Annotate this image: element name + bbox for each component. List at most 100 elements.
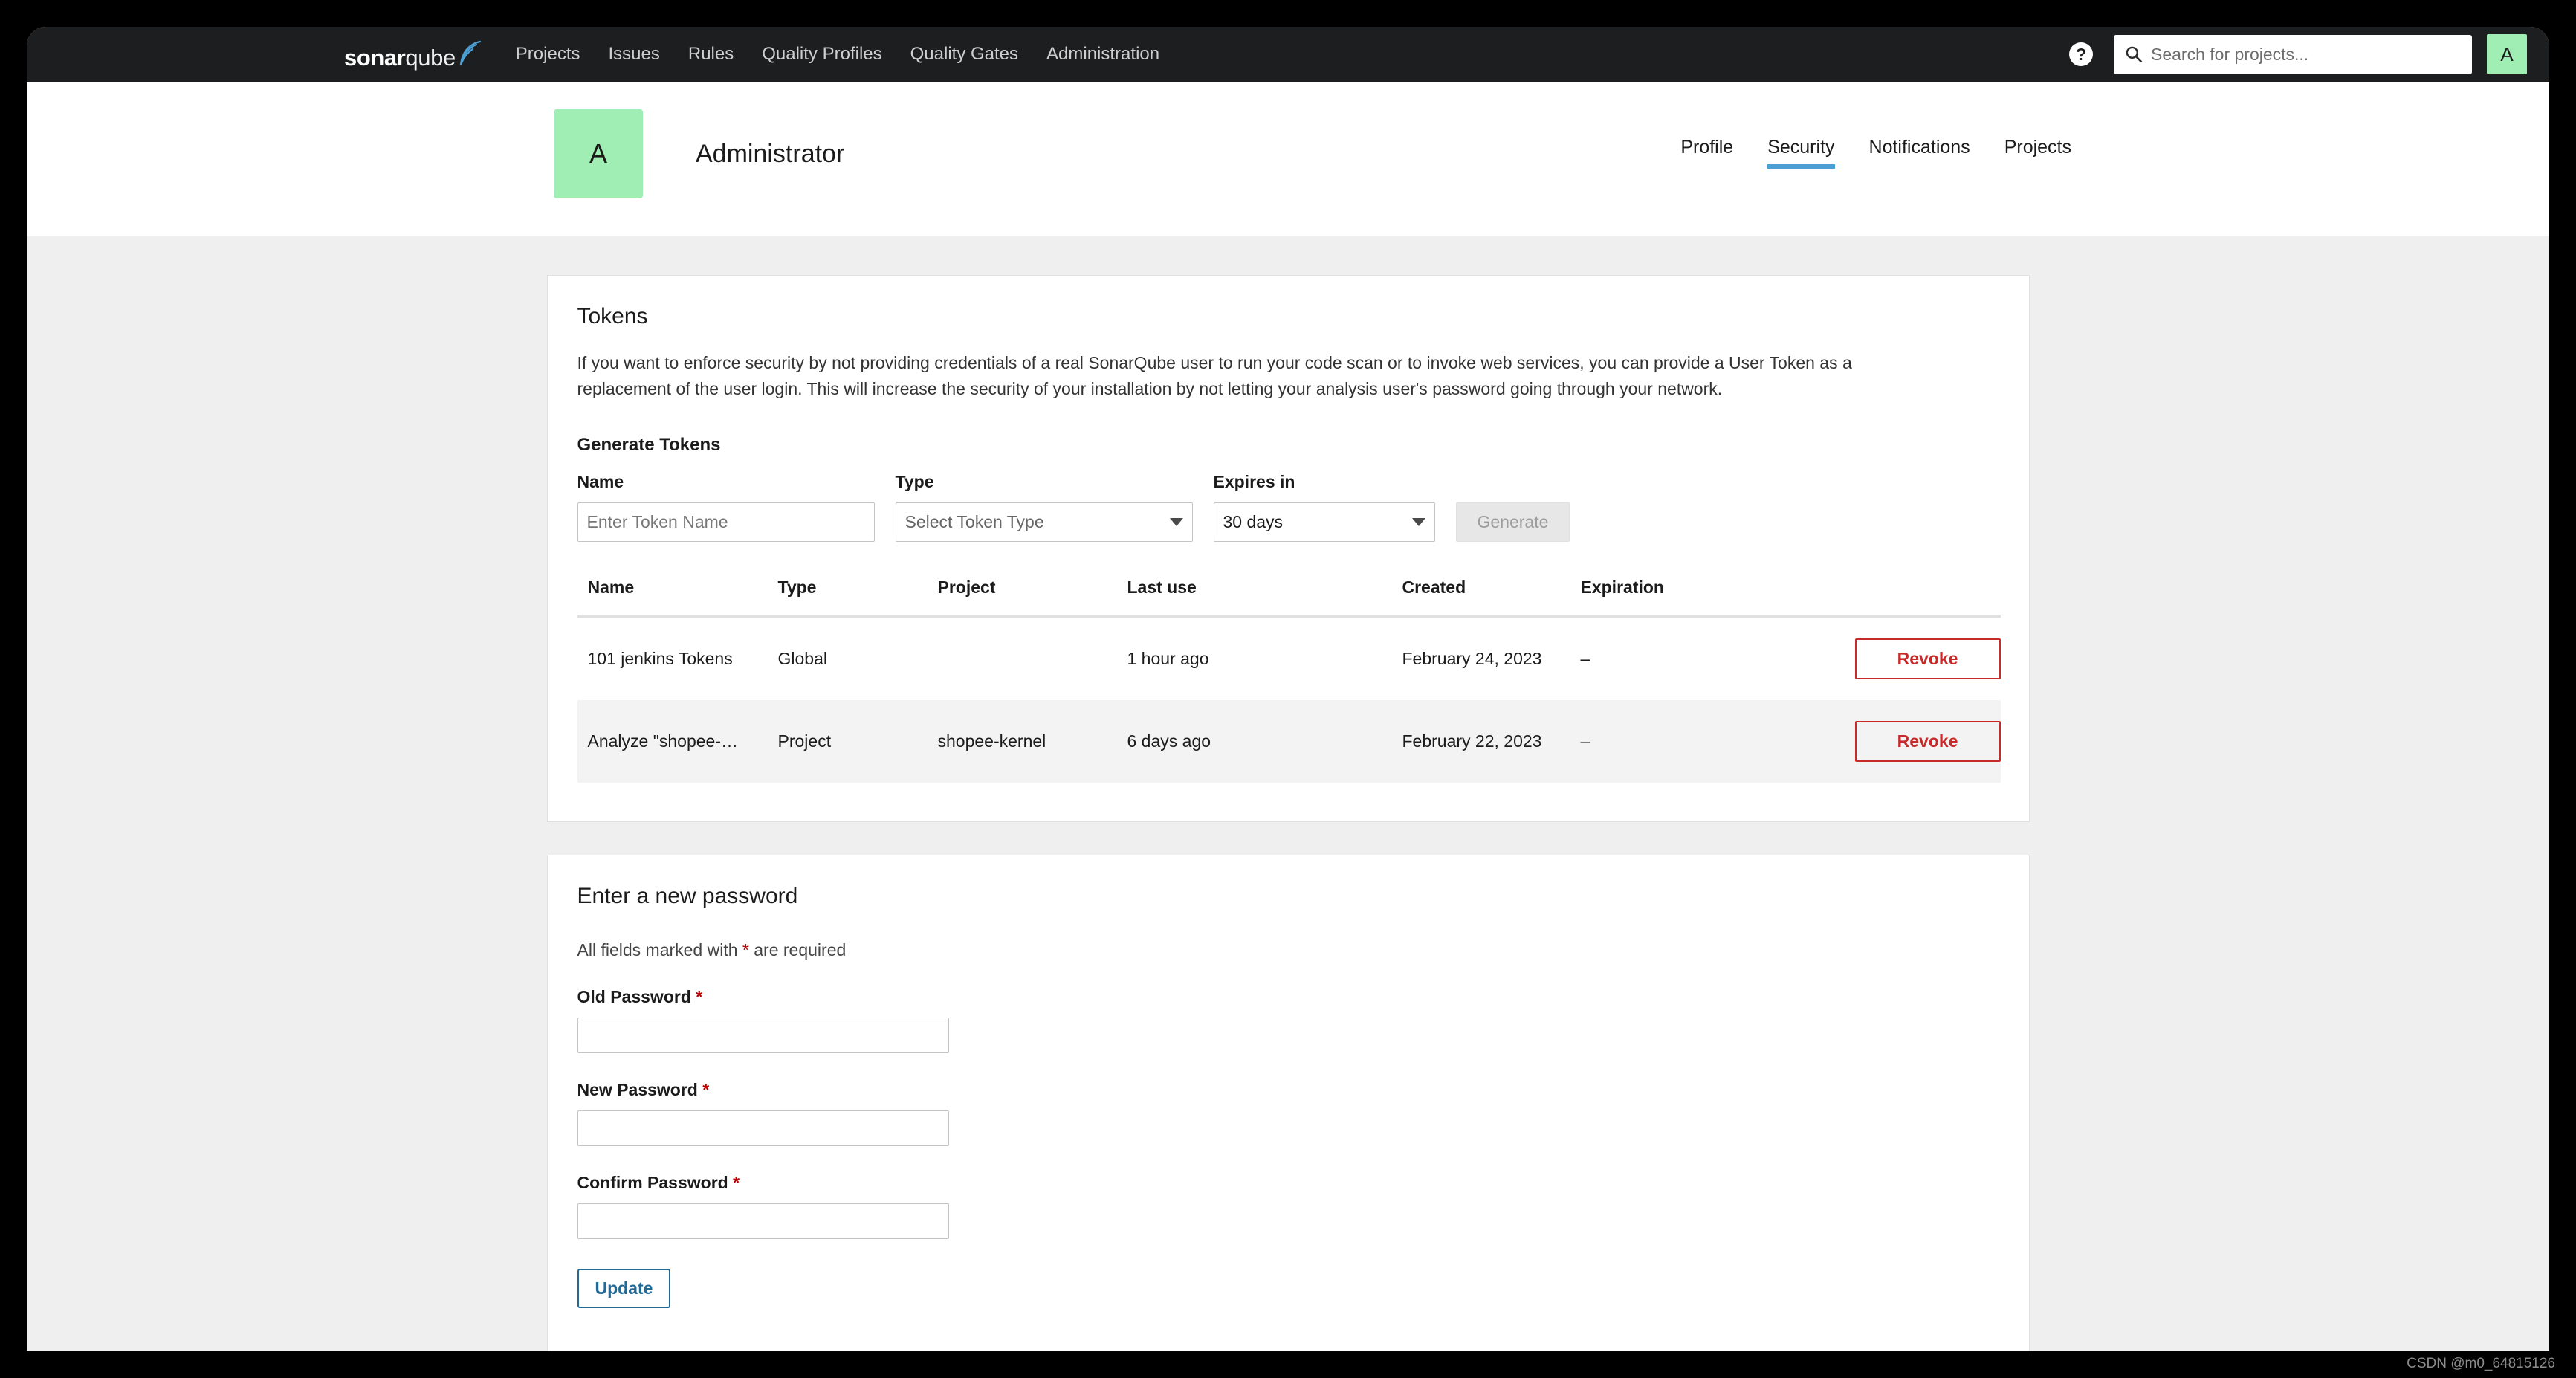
cell-token-action: Revoke bbox=[1793, 616, 2001, 700]
cell-token-name: Analyze "shopee-… bbox=[587, 731, 739, 751]
tab-profile[interactable]: Profile bbox=[1680, 137, 1733, 169]
table-row: 101 jenkins Tokens Global 1 hour ago Feb… bbox=[577, 616, 2001, 700]
confirm-password-input[interactable] bbox=[577, 1203, 949, 1239]
watermark: CSDN @m0_64815126 bbox=[2407, 1356, 2555, 1371]
tab-security[interactable]: Security bbox=[1767, 137, 1835, 169]
column-header-last-use: Last use bbox=[1127, 577, 1402, 618]
token-expires-value: 30 days bbox=[1223, 511, 1284, 531]
table-row: Analyze "shopee-… Project shopee-kernel … bbox=[577, 699, 2001, 783]
required-asterisk: * bbox=[742, 939, 749, 960]
sonarqube-swoosh-icon bbox=[459, 40, 481, 66]
help-icon[interactable]: ? bbox=[2069, 42, 2093, 66]
logo-bold-text: sonar bbox=[344, 45, 406, 71]
nav-item-issues[interactable]: Issues bbox=[609, 44, 660, 65]
new-password-label-text: New Password bbox=[577, 1079, 698, 1099]
old-password-field-group: Old Password * bbox=[577, 987, 1999, 1053]
tokens-description: If you want to enforce security by not p… bbox=[577, 353, 1852, 398]
token-type-field-group: Type Select Token Type bbox=[895, 471, 1193, 542]
column-header-name: Name bbox=[577, 577, 778, 618]
token-expires-select[interactable]: 30 days bbox=[1213, 502, 1435, 542]
nav-item-rules[interactable]: Rules bbox=[688, 44, 734, 65]
revoke-button[interactable]: Revoke bbox=[1854, 638, 2001, 679]
nav-right-group: ? A bbox=[2069, 34, 2527, 74]
token-name-input[interactable] bbox=[577, 502, 875, 542]
old-password-input[interactable] bbox=[577, 1017, 949, 1053]
tokens-table-head: Name Type Project Last use Created Expir… bbox=[577, 577, 2001, 618]
cell-token-last-use: 1 hour ago bbox=[1127, 648, 1209, 668]
profile-header: A Administrator Profile Security Notific… bbox=[27, 82, 2549, 236]
tokens-card: Tokens If you want to enforce security b… bbox=[546, 275, 2030, 822]
user-avatar[interactable]: A bbox=[2487, 34, 2527, 74]
logo-wordmark: sonarqube bbox=[344, 46, 456, 69]
required-asterisk: * bbox=[702, 1079, 710, 1099]
search-icon bbox=[2126, 46, 2143, 63]
token-expires-label: Expires in bbox=[1213, 471, 1295, 491]
table-header-row: Name Type Project Last use Created Expir… bbox=[577, 577, 2001, 618]
global-search-box[interactable] bbox=[2114, 34, 2472, 74]
password-card: Enter a new password All fields marked w… bbox=[546, 854, 2030, 1351]
new-password-input[interactable] bbox=[577, 1110, 949, 1146]
column-header-actions bbox=[1792, 577, 2001, 618]
update-password-button[interactable]: Update bbox=[577, 1268, 671, 1308]
generate-token-form: Name Type Select Token Type Expires in 3… bbox=[577, 472, 1999, 542]
token-type-select[interactable]: Select Token Type bbox=[895, 502, 1193, 542]
confirm-password-label-text: Confirm Password bbox=[577, 1172, 728, 1192]
page-body: Tokens If you want to enforce security b… bbox=[27, 236, 2549, 1351]
search-input[interactable] bbox=[2151, 44, 2462, 65]
cell-token-name: 101 jenkins Tokens bbox=[587, 648, 733, 668]
generate-token-button[interactable]: Generate bbox=[1455, 502, 1570, 542]
nav-item-administration[interactable]: Administration bbox=[1046, 44, 1159, 65]
chevron-down-icon bbox=[1411, 517, 1425, 526]
cell-token-action: Revoke bbox=[1793, 700, 2001, 783]
cell-token-type: Global bbox=[777, 648, 827, 668]
nav-left-group: sonarqube Projects Issues Rules Quality … bbox=[344, 39, 1159, 69]
required-note-suffix: are required bbox=[748, 939, 847, 960]
required-asterisk: * bbox=[733, 1172, 740, 1192]
required-note-prefix: All fields marked with bbox=[577, 939, 742, 960]
confirm-password-field-group: Confirm Password * bbox=[577, 1173, 1999, 1239]
page-title: Administrator bbox=[696, 140, 845, 168]
password-card-title: Enter a new password bbox=[577, 883, 798, 908]
logo-light-text: qube bbox=[405, 45, 456, 71]
cell-token-type: Project bbox=[777, 731, 832, 751]
nav-item-quality-gates[interactable]: Quality Gates bbox=[910, 44, 1018, 65]
token-type-label: Type bbox=[895, 471, 934, 491]
profile-avatar: A bbox=[554, 109, 643, 198]
required-asterisk: * bbox=[696, 986, 703, 1006]
tab-projects[interactable]: Projects bbox=[2004, 137, 2071, 169]
tokens-card-title: Tokens bbox=[577, 304, 648, 329]
revoke-button[interactable]: Revoke bbox=[1854, 720, 2001, 762]
cell-token-project bbox=[938, 616, 1127, 700]
token-name-label: Name bbox=[577, 471, 624, 491]
cell-token-last-use: 6 days ago bbox=[1127, 731, 1211, 751]
top-navigation-bar: sonarqube Projects Issues Rules Quality … bbox=[27, 27, 2549, 82]
old-password-label-text: Old Password bbox=[577, 986, 691, 1006]
new-password-label: New Password * bbox=[577, 1080, 1999, 1100]
nav-item-quality-profiles[interactable]: Quality Profiles bbox=[762, 44, 881, 65]
profile-tabs: Profile Security Notifications Projects bbox=[1680, 137, 2071, 169]
cell-token-created: February 22, 2023 bbox=[1402, 731, 1542, 751]
browser-window: sonarqube Projects Issues Rules Quality … bbox=[27, 27, 2549, 1351]
token-expires-field-group: Expires in 30 days bbox=[1213, 471, 1435, 542]
column-header-type: Type bbox=[777, 577, 938, 618]
sonarqube-logo[interactable]: sonarqube bbox=[344, 39, 486, 69]
cell-token-expiration: – bbox=[1580, 648, 1590, 668]
cell-token-project: shopee-kernel bbox=[937, 731, 1046, 751]
chevron-down-icon bbox=[1169, 517, 1183, 526]
tokens-table-body: 101 jenkins Tokens Global 1 hour ago Feb… bbox=[577, 616, 2001, 783]
old-password-label: Old Password * bbox=[577, 987, 1999, 1007]
column-header-project: Project bbox=[937, 577, 1127, 618]
token-type-value: Select Token Type bbox=[904, 511, 1044, 531]
cell-token-created: February 24, 2023 bbox=[1402, 648, 1542, 668]
token-name-field-group: Name bbox=[577, 472, 875, 542]
required-fields-note: All fields marked with * are required bbox=[577, 940, 1999, 960]
cell-token-expiration: – bbox=[1580, 731, 1590, 751]
generate-tokens-title: Generate Tokens bbox=[577, 434, 721, 455]
confirm-password-label: Confirm Password * bbox=[577, 1173, 1999, 1193]
nav-item-projects[interactable]: Projects bbox=[516, 44, 580, 65]
tab-notifications[interactable]: Notifications bbox=[1869, 137, 1970, 169]
tokens-table: Name Type Project Last use Created Expir… bbox=[577, 577, 2001, 783]
column-header-expiration: Expiration bbox=[1580, 577, 1793, 618]
new-password-field-group: New Password * bbox=[577, 1080, 1999, 1146]
column-header-created: Created bbox=[1402, 577, 1581, 618]
